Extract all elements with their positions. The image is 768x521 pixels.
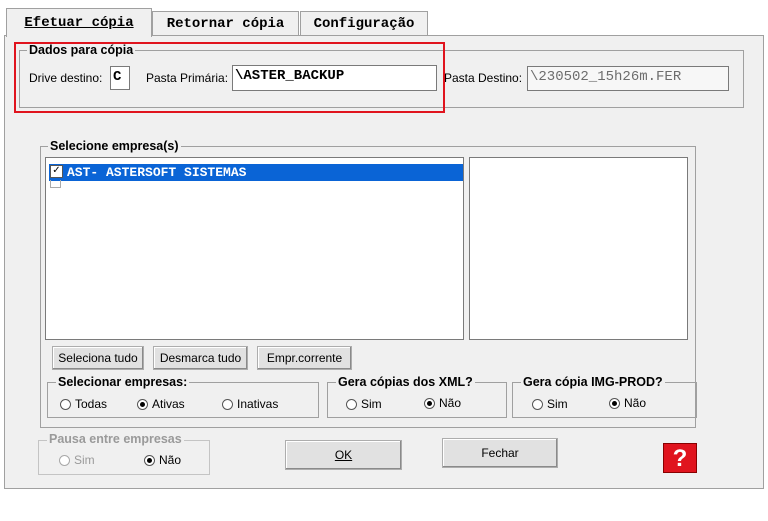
radio-icon — [346, 398, 357, 410]
radio-icon — [59, 454, 70, 466]
radio-icon — [222, 398, 233, 410]
tab-label: Retornar cópia — [166, 16, 285, 32]
tab-efetuar-copia[interactable]: Efetuar cópia — [6, 8, 152, 37]
radio-icon — [60, 398, 71, 410]
gera-xml-legend: Gera cópias dos XML? — [336, 375, 475, 389]
radio-img-sim[interactable]: Sim — [532, 397, 568, 411]
radio-label: Ativas — [152, 397, 185, 411]
radio-img-nao[interactable]: Não — [609, 396, 646, 410]
radio-label: Não — [624, 396, 647, 410]
radio-icon — [532, 398, 543, 410]
tab-configuracao[interactable]: Configuração — [300, 11, 428, 36]
radio-inativas[interactable]: Inativas — [222, 397, 278, 411]
radio-pausa-nao[interactable]: Não — [144, 453, 181, 467]
empresas-detail-listbox[interactable] — [469, 157, 688, 340]
empresa-checkbox[interactable]: ✓ — [50, 165, 63, 178]
radio-label: Sim — [361, 397, 382, 411]
radio-label: Não — [439, 396, 462, 410]
highlight-box — [14, 42, 445, 113]
radio-ativas[interactable]: Ativas — [137, 397, 185, 411]
empresa-label: AST- ASTERSOFT SISTEMAS — [67, 165, 247, 180]
radio-label: Não — [159, 453, 182, 467]
radio-selected-icon — [609, 397, 620, 409]
tab-label: Efetuar cópia — [24, 15, 134, 31]
selecione-empresas-legend: Selecione empresa(s) — [48, 139, 181, 153]
pasta-destino-label: Pasta Destino: — [444, 71, 523, 85]
pausa-legend: Pausa entre empresas — [47, 432, 184, 446]
desmarca-tudo-button[interactable]: Desmarca tudo — [153, 346, 248, 370]
seleciona-tudo-button[interactable]: Seleciona tudo — [52, 346, 144, 370]
fechar-button[interactable]: Fechar — [442, 438, 558, 468]
list-item[interactable]: AST- ASTERSOFT SISTEMAS — [49, 164, 463, 181]
pasta-destino-input[interactable]: \230502_15h26m.FER — [527, 66, 729, 91]
tab-label: Configuração — [313, 16, 415, 32]
fechar-label: Fechar — [481, 446, 519, 460]
empresas-listbox[interactable]: AST- ASTERSOFT SISTEMAS ✓ — [45, 157, 464, 340]
selecionar-empresas-legend: Selecionar empresas: — [56, 375, 190, 389]
radio-pausa-sim[interactable]: Sim — [59, 453, 95, 467]
radio-selected-icon — [424, 397, 435, 409]
radio-xml-nao[interactable]: Não — [424, 396, 461, 410]
radio-todas[interactable]: Todas — [60, 397, 107, 411]
tab-retornar-copia[interactable]: Retornar cópia — [152, 11, 299, 36]
radio-selected-icon — [137, 398, 148, 410]
gera-img-legend: Gera cópia IMG-PROD? — [521, 375, 665, 389]
radio-label: Sim — [74, 453, 95, 467]
radio-selected-icon — [144, 454, 155, 466]
radio-label: Sim — [547, 397, 568, 411]
ok-button[interactable]: OK — [285, 440, 402, 470]
ok-label: OK — [334, 448, 353, 462]
radio-xml-sim[interactable]: Sim — [346, 397, 382, 411]
radio-label: Todas — [75, 397, 108, 411]
help-icon[interactable]: ? — [663, 443, 697, 473]
empr-corrente-button[interactable]: Empr.corrente — [257, 346, 352, 370]
radio-label: Inativas — [237, 397, 279, 411]
empresa-checkbox-empty[interactable] — [50, 180, 61, 188]
